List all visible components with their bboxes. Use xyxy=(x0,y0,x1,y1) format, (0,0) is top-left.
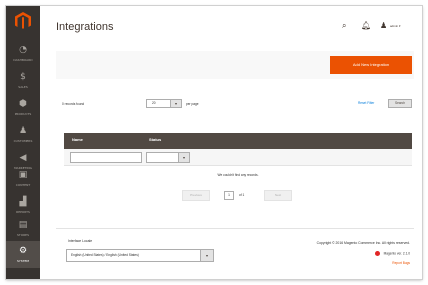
add-new-integration-button[interactable]: Add New Integration xyxy=(330,56,412,74)
empty-grid-message: We couldn't find any records. xyxy=(217,173,259,177)
person-icon: ♟ xyxy=(18,126,28,136)
dashboard-icon: ◔ xyxy=(19,45,27,55)
cube-icon: ⬢ xyxy=(19,99,27,109)
chevron-down-icon[interactable]: ▾ xyxy=(170,100,181,107)
search-icon[interactable]: ⌕ xyxy=(342,21,346,31)
interface-locale-select[interactable]: English (United States) / English (Unite… xyxy=(66,249,214,262)
report-bugs-link[interactable]: Report Bugs xyxy=(392,261,410,265)
sidebar-item-dashboard[interactable]: ◔ DASHBOARD xyxy=(6,40,40,67)
bell-icon[interactable]: 🔔︎ xyxy=(361,21,371,30)
magento-icon xyxy=(374,251,380,256)
user-name: admin xyxy=(390,24,399,28)
per-page-value: 20 xyxy=(152,101,156,105)
version-text: Magento ver. 2.1.0 xyxy=(383,251,410,256)
status-filter-select[interactable]: ▾ xyxy=(146,152,190,163)
chevron-down-icon[interactable]: ▾ xyxy=(200,250,213,261)
sidebar-item-products[interactable]: ⬢ PRODUCTS xyxy=(6,94,40,121)
sidebar-item-customers[interactable]: ♟ CUSTOMERS xyxy=(6,121,40,148)
name-filter-input[interactable] xyxy=(70,152,142,163)
bar-chart-icon: ▟ xyxy=(19,197,27,207)
page-title: Integrations xyxy=(56,21,114,33)
reset-filter-link[interactable]: Reset Filter xyxy=(358,101,374,105)
footer-divider xyxy=(56,228,414,229)
content-icon: ▣ xyxy=(18,170,28,180)
per-page-label: per page xyxy=(186,102,199,106)
sidebar-item-system[interactable]: ⚙ SYSTEM xyxy=(6,241,40,268)
grid-header-row xyxy=(64,133,412,149)
per-page-select[interactable]: 20 ▾ xyxy=(146,99,182,108)
version-info: Magento ver. 2.1.0 xyxy=(374,251,410,256)
page-total: of 1 xyxy=(239,193,245,197)
interface-locale-value: English (United States) / English (Unite… xyxy=(71,253,139,257)
store-icon: ▤ xyxy=(18,220,28,230)
magento-logo[interactable] xyxy=(15,12,31,30)
dollar-icon: $ xyxy=(20,72,26,82)
sidebar-item-stores[interactable]: ▤ STORES xyxy=(6,215,40,242)
next-page-button[interactable]: Next xyxy=(264,190,292,201)
search-button[interactable]: Search xyxy=(388,99,412,108)
user-icon[interactable]: ♟ xyxy=(380,21,387,30)
sidebar-item-sales[interactable]: $ SALES xyxy=(6,67,40,94)
user-menu[interactable]: admin ▾ xyxy=(390,24,401,28)
page-number-input[interactable]: 1 xyxy=(224,191,234,200)
records-count: 0 records found xyxy=(62,102,85,106)
megaphone-icon: ◀ xyxy=(19,153,27,163)
admin-window: ◔ DASHBOARD $ SALES ⬢ PRODUCTS ♟ CUSTOME… xyxy=(6,6,422,279)
admin-sidebar: ◔ DASHBOARD $ SALES ⬢ PRODUCTS ♟ CUSTOME… xyxy=(6,6,40,279)
previous-page-button[interactable]: Previous xyxy=(182,190,210,201)
sidebar-item-content[interactable]: ▣ CONTENT xyxy=(6,165,40,192)
column-header-status[interactable]: Status xyxy=(149,137,161,142)
copyright-text: Copyright © 2016 Magento Commerce Inc. A… xyxy=(316,241,410,245)
chevron-down-icon[interactable]: ▾ xyxy=(178,153,189,162)
gear-icon: ⚙ xyxy=(18,246,28,256)
column-header-name[interactable]: Name xyxy=(72,137,83,142)
interface-locale-label: Interface Locale xyxy=(68,239,93,243)
